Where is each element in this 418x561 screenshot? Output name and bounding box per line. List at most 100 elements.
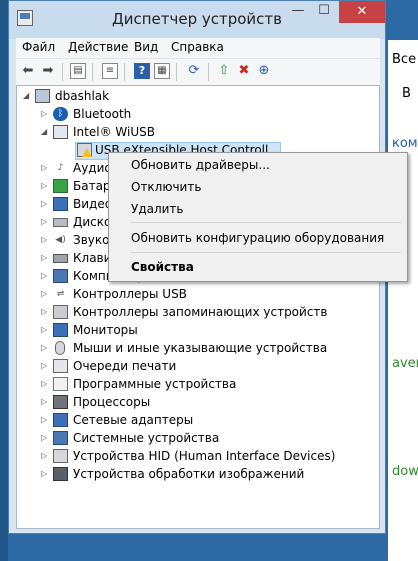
background-link: aver: [392, 356, 418, 371]
expand-arrow-icon[interactable]: ▷: [41, 379, 49, 389]
menu-uninstall[interactable]: Удалить: [131, 202, 184, 216]
menu-divider: [131, 252, 401, 253]
tree-item-label: Устройства обработки изображений: [73, 467, 305, 481]
display-adapter-icon: [53, 197, 68, 211]
background-text: Все: [392, 52, 417, 67]
system-device-icon: [53, 431, 68, 445]
monitor-icon: [53, 323, 68, 337]
tree-item-label: Системные устройства: [73, 431, 220, 445]
tree-item[interactable]: ▷ Контроллеры запоминающих устройств: [41, 304, 361, 322]
keyboard-icon: [53, 254, 68, 263]
maximize-button[interactable]: ☐: [311, 1, 337, 23]
tree-item-label: Программные устройства: [73, 377, 237, 391]
title-bar[interactable]: Диспетчер устройств — ☐ ✕: [9, 1, 385, 39]
tree-root[interactable]: ◢ dbashlak: [23, 88, 363, 106]
tree-item-label: Контроллеры USB: [73, 287, 187, 301]
menu-scan-hardware[interactable]: Обновить конфигурацию оборудования: [131, 231, 384, 245]
tree-item[interactable]: ▷ ᛒ Bluetooth: [41, 106, 361, 124]
tree-item[interactable]: ▷ ⇌ Контроллеры USB: [41, 286, 361, 304]
menu-view[interactable]: Вид: [134, 40, 158, 54]
printer-icon: [53, 359, 68, 373]
toolbar-divider: [124, 63, 125, 81]
bluetooth-icon: ᛒ: [53, 107, 68, 121]
expand-arrow-icon[interactable]: ▷: [41, 181, 49, 191]
tree-item-label: Устройства HID (Human Interface Devices): [73, 449, 336, 463]
expand-arrow-icon[interactable]: ▷: [41, 343, 49, 353]
tree-item-label: Контроллеры запоминающих устройств: [73, 305, 328, 319]
expand-arrow-icon[interactable]: ▷: [41, 253, 49, 263]
view-icon[interactable]: ▦: [154, 63, 170, 79]
expand-arrow-icon[interactable]: ▷: [41, 109, 49, 119]
expand-arrow-icon[interactable]: ▷: [41, 199, 49, 209]
expand-arrow-icon[interactable]: ▷: [41, 217, 49, 227]
forward-arrow-icon[interactable]: ➡: [40, 63, 56, 79]
tree-item[interactable]: ▷ Мыши и иные указывающие устройства: [41, 340, 361, 358]
tree-item-label: Очереди печати: [73, 359, 177, 373]
mouse-icon: [55, 341, 65, 355]
background-link: dows: [392, 464, 418, 479]
tree-item[interactable]: ▷ Программные устройства: [41, 376, 361, 394]
help-icon[interactable]: ?: [134, 63, 150, 79]
collapse-arrow-icon[interactable]: ◢: [41, 127, 49, 137]
toolbar: ⬅ ➡ ▤ ≡ ? ▦ ⟳ ⇧ ✖ ⊕: [16, 58, 380, 85]
menu-properties[interactable]: Свойства: [131, 260, 194, 274]
properties-icon[interactable]: ≡: [102, 63, 118, 79]
expand-arrow-icon[interactable]: ▷: [41, 307, 49, 317]
tree-item[interactable]: ▷ Системные устройства: [41, 430, 361, 448]
show-hide-tree-icon[interactable]: ▤: [70, 63, 86, 79]
disk-icon: [53, 218, 68, 227]
menu-disable[interactable]: Отключить: [131, 180, 201, 194]
context-menu: Обновить драйверы... Отключить Удалить О…: [108, 152, 408, 282]
sound-icon: ◀): [55, 235, 66, 245]
expand-arrow-icon[interactable]: ▷: [41, 451, 49, 461]
tree-item[interactable]: ▷ Процессоры: [41, 394, 361, 412]
storage-controller-icon: [53, 305, 68, 319]
expand-arrow-icon[interactable]: ▷: [41, 433, 49, 443]
enable-device-icon[interactable]: ⊕: [256, 63, 272, 79]
expand-arrow-icon[interactable]: ▷: [41, 289, 49, 299]
uninstall-device-icon[interactable]: ✖: [236, 63, 252, 79]
toolbar-divider: [62, 63, 63, 81]
scan-hardware-icon[interactable]: ⟳: [186, 63, 202, 79]
menu-action[interactable]: Действие: [68, 40, 128, 54]
expand-arrow-icon[interactable]: ▷: [41, 415, 49, 425]
expand-arrow-icon[interactable]: ▷: [41, 235, 49, 245]
tree-item-label: Процессоры: [73, 395, 151, 409]
toolbar-divider: [92, 63, 93, 81]
imaging-icon: [53, 467, 68, 481]
warning-icon: [82, 148, 92, 157]
menu-update-drivers[interactable]: Обновить драйверы...: [131, 158, 270, 172]
tree-item[interactable]: ▷ Мониторы: [41, 322, 361, 340]
menu-file[interactable]: Файл: [22, 40, 55, 54]
computer-icon: [35, 89, 50, 103]
update-driver-icon[interactable]: ⇧: [216, 63, 232, 79]
tree-item[interactable]: ◢ Intel® WiUSB: [41, 124, 361, 142]
expand-arrow-icon[interactable]: ▷: [41, 397, 49, 407]
tree-item-label: Мыши и иные указывающие устройства: [73, 341, 328, 355]
menu-help[interactable]: Справка: [171, 40, 224, 54]
expand-arrow-icon[interactable]: ▷: [41, 325, 49, 335]
expand-arrow-icon[interactable]: ▷: [41, 163, 49, 173]
network-icon: [53, 125, 68, 139]
expand-arrow-icon[interactable]: ▷: [41, 469, 49, 479]
expand-arrow-icon[interactable]: ▷: [41, 361, 49, 371]
minimize-button[interactable]: —: [285, 1, 311, 23]
hid-icon: [53, 449, 68, 463]
tree-item[interactable]: ▷ Устройства HID (Human Interface Device…: [41, 448, 361, 466]
desktop-background: [0, 0, 8, 561]
collapse-arrow-icon[interactable]: ◢: [23, 91, 31, 101]
tree-item[interactable]: ▷ Очереди печати: [41, 358, 361, 376]
tree-item[interactable]: ▷ Сетевые адаптеры: [41, 412, 361, 430]
toolbar-divider: [176, 63, 177, 81]
expand-arrow-icon[interactable]: ▷: [41, 271, 49, 281]
tree-item[interactable]: ▷ Устройства обработки изображений: [41, 466, 361, 484]
tree-item-label: Сетевые адаптеры: [73, 413, 194, 427]
software-device-icon: [53, 377, 68, 391]
close-button[interactable]: ✕: [339, 1, 385, 23]
tree-item-label: Intel® WiUSB: [73, 125, 155, 139]
back-arrow-icon[interactable]: ⬅: [20, 63, 36, 79]
menu-bar: Файл Действие Вид Справка: [16, 38, 380, 58]
tree-item-label: Мониторы: [73, 323, 138, 337]
cpu-icon: [53, 395, 68, 409]
usb-controller-icon: ⇌: [56, 289, 65, 299]
